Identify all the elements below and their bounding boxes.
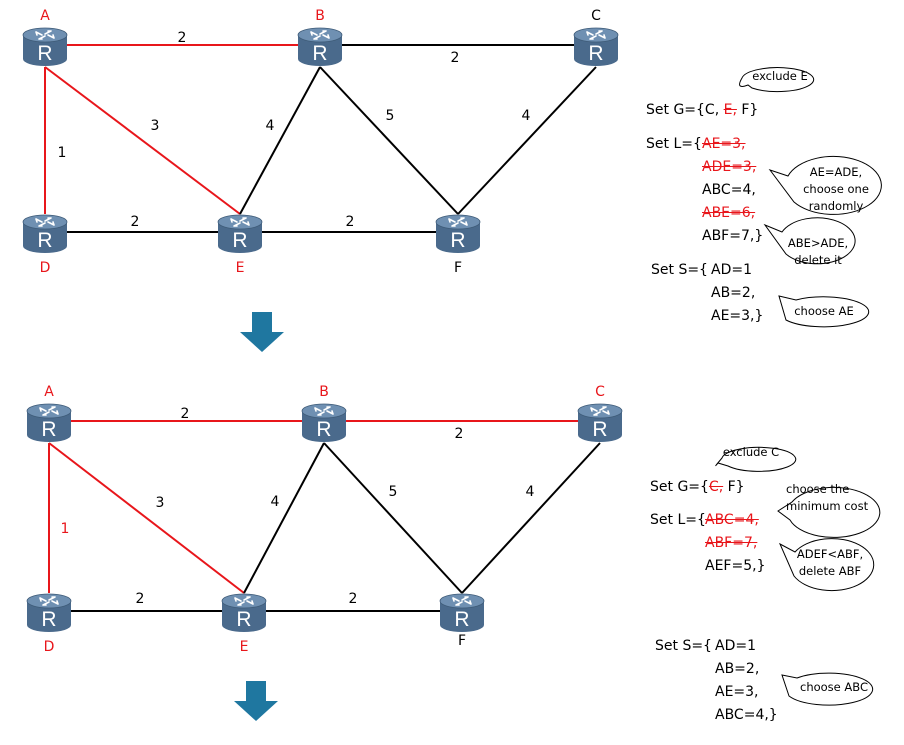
set-l-item: ABC=4, [705, 512, 759, 528]
bubble-text: ABE>ADE, delete it [787, 236, 849, 267]
router-label-D: D [44, 639, 55, 655]
set-g-suffix: F} [723, 479, 745, 495]
link-cost-E-F: 2 [349, 591, 358, 607]
diagram-step-1: 2 2 3 1 4 5 4 2 2 A B C D E F [22, 8, 619, 276]
link-cost-A-B: 2 [181, 406, 190, 422]
set-s-item: AE=3,} [711, 308, 764, 324]
set-l-item: ABC=4, [702, 182, 756, 198]
router-label-A: A [44, 384, 54, 400]
link-cost-A-D: 1 [61, 521, 70, 537]
set-g-prefix: Set G={ [650, 479, 709, 495]
link-cost-D-E: 2 [131, 214, 140, 230]
link-cost-B-F: 5 [386, 108, 395, 124]
router-label-C: C [591, 8, 601, 24]
link-cost-B-C: 2 [451, 50, 460, 66]
set-g-struck: E, [723, 102, 737, 118]
set-g-step2: Set G={C, F} [650, 477, 745, 497]
router-icon [22, 214, 68, 254]
link-C-F [461, 442, 601, 594]
set-g-struck: C, [708, 479, 724, 495]
set-s-item: AB=2, [715, 661, 760, 677]
link-B-F [319, 66, 459, 215]
link-A-E [44, 66, 241, 215]
router-label-F: F [458, 633, 466, 649]
bubble-text: choose AE [794, 304, 854, 318]
set-s-item: ABC=4,} [715, 707, 778, 723]
router-icon [26, 593, 72, 633]
bubble-text: choose the minimum cost [786, 482, 869, 513]
link-cost-A-E: 3 [156, 495, 165, 511]
router-icon [301, 403, 347, 443]
set-l-item: ADE=3, [702, 159, 757, 175]
bubble-text: AE=ADE, choose one randomly [803, 165, 869, 213]
router-label-B: B [315, 8, 325, 24]
bubble-text: choose ABC [800, 680, 868, 694]
router-label-B: B [319, 384, 329, 400]
link-cost-B-C: 2 [455, 426, 464, 442]
link-cost-B-E: 4 [266, 118, 275, 134]
link-A-E [48, 442, 245, 594]
router-label-D: D [40, 260, 51, 276]
link-cost-A-D: 1 [58, 145, 67, 161]
link-B-F [323, 442, 463, 594]
network-diagrams: R 223145422ABCDEF 223145422ABCDEF [22, 8, 882, 721]
link-cost-E-F: 2 [346, 214, 355, 230]
router-label-E: E [236, 260, 245, 276]
link-B-E [243, 442, 325, 594]
link-cost-B-E: 4 [271, 494, 280, 510]
link-cost-A-B: 2 [178, 30, 187, 46]
router-label-E: E [240, 639, 249, 655]
router-icon [26, 403, 72, 443]
router-icon [217, 214, 263, 254]
router-icon [221, 593, 267, 633]
set-s-item: AD=1 [711, 262, 752, 278]
set-s-label-step1: Set S={ [651, 262, 713, 278]
router-icon [439, 593, 485, 633]
router-icon [22, 27, 68, 67]
set-g-prefix: Set G={C, [646, 102, 724, 118]
router-icon [577, 403, 623, 443]
set-l-item: AE=3, [702, 136, 746, 152]
set-l-item: ABF=7,} [702, 228, 764, 244]
link-cost-D-E: 2 [136, 591, 145, 607]
set-g-suffix: F} [736, 102, 759, 118]
router-label-A: A [40, 8, 50, 24]
down-arrow-icon [234, 681, 278, 721]
bubble-text: exclude E [752, 69, 808, 83]
set-l-item: ABE=6, [702, 205, 756, 221]
set-g-step1: Set G={C, E, F} [646, 100, 758, 120]
set-s-item: AD=1 [715, 638, 756, 654]
link-cost-C-F: 4 [526, 484, 535, 500]
bubble-text: ADEF<ABF, delete ABF [796, 547, 864, 578]
set-l-label-step1: Set L={ [646, 136, 707, 152]
link-C-F [457, 66, 597, 215]
link-cost-C-F: 4 [522, 108, 531, 124]
router-icon [297, 27, 343, 67]
router-icon [573, 27, 619, 67]
set-l-item: AEF=5,} [705, 558, 766, 574]
set-s-label-step2: Set S={ [655, 638, 717, 654]
bubble-text: exclude C [722, 445, 780, 459]
set-s-item: AB=2, [711, 285, 756, 301]
set-s-item: AE=3, [715, 684, 759, 700]
link-B-E [239, 66, 321, 215]
link-cost-A-E: 3 [151, 118, 160, 134]
router-label-F: F [454, 260, 462, 276]
down-arrow-icon [240, 312, 284, 352]
link-cost-B-F: 5 [389, 484, 398, 500]
spf-calculation-figure: R 223145422ABCDEF 223145422ABCDEF [0, 0, 904, 740]
router-icon [435, 214, 481, 254]
set-l-item: ABF=7, [705, 535, 758, 551]
set-l-label-step2: Set L={ [650, 512, 711, 528]
router-label-C: C [595, 384, 605, 400]
diagram-step-2: 2 2 3 1 4 5 4 2 2 A B C D E F [26, 384, 623, 655]
